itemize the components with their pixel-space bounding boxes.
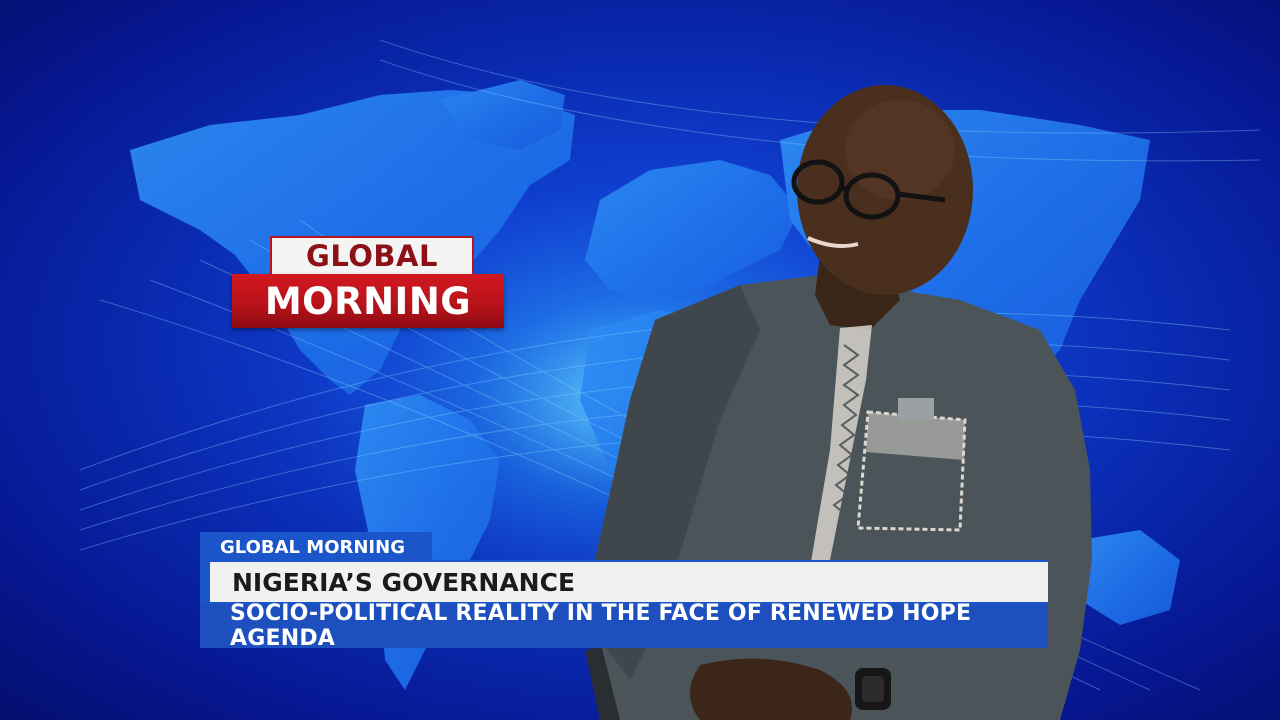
australia-shape — [1080, 530, 1180, 625]
lower-third-headline-bar: NIGERIA’S GOVERNANCE — [200, 560, 1048, 604]
headline-plate: NIGERIA’S GOVERNANCE — [210, 562, 1048, 602]
lower-third-subheadline-bar: SOCIO-POLITICAL REALITY IN THE FACE OF R… — [200, 601, 1048, 651]
headline-text: NIGERIA’S GOVERNANCE — [232, 567, 576, 597]
logo-top-plate: GLOBAL — [270, 236, 474, 276]
show-logo: GLOBAL MORNING — [232, 236, 504, 330]
logo-line2: MORNING — [264, 279, 472, 323]
lower-third-program-tag: GLOBAL MORNING — [200, 532, 432, 562]
subheadline-text: SOCIO-POLITICAL REALITY IN THE FACE OF R… — [230, 601, 972, 651]
pocket-pen — [898, 398, 934, 420]
logo-bottom-plate: MORNING — [232, 274, 504, 328]
logo-line1: GLOBAL — [306, 239, 438, 273]
program-name: GLOBAL MORNING — [220, 536, 405, 558]
broadcast-frame: GLOBAL MORNING GLOBAL MORNING NIGERIA’S … — [0, 0, 1280, 720]
